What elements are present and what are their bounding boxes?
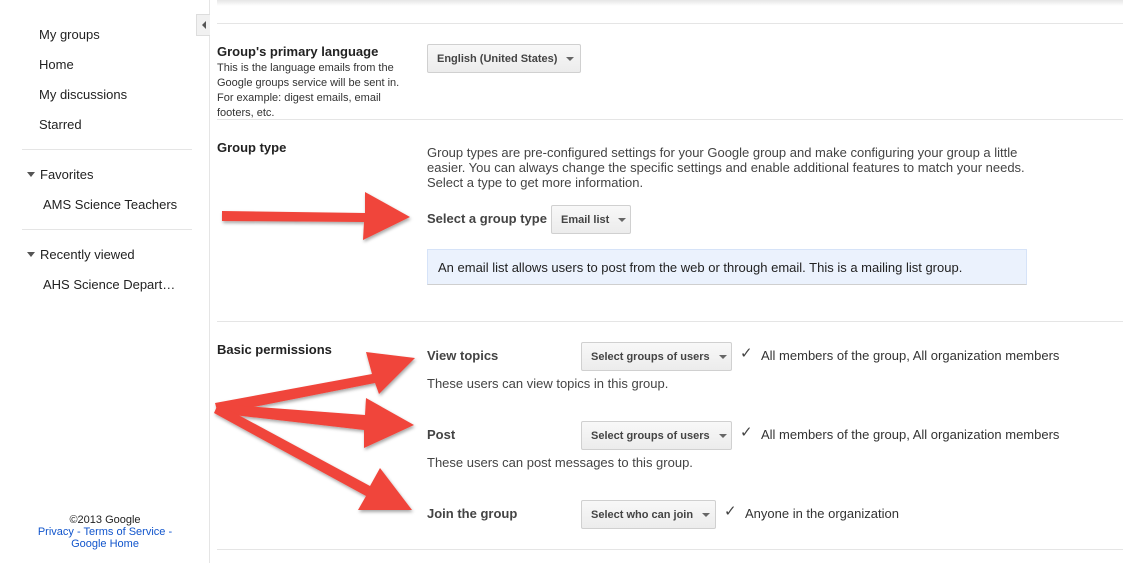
sidebar-item-my-discussions[interactable]: My discussions <box>39 87 127 102</box>
view-topics-note: These users can view topics in this grou… <box>427 376 669 391</box>
collapse-sidebar-button[interactable] <box>196 14 210 36</box>
google-home-link[interactable]: Google Home <box>71 538 139 550</box>
recent-group-link[interactable]: AHS Science Department <box>43 277 183 292</box>
view-topics-label: View topics <box>427 348 499 363</box>
sidebar-item-starred[interactable]: Starred <box>39 117 82 132</box>
arrow-to-view-topics <box>215 352 415 414</box>
join-group-label: Join the group <box>427 506 518 521</box>
group-type-dropdown-label: Email list <box>561 213 610 226</box>
triangle-left-icon <box>201 21 206 29</box>
copyright-text: ©2013 Google <box>69 514 141 526</box>
chevron-down-icon <box>566 56 575 61</box>
arrow-to-group-type <box>222 192 410 240</box>
post-label: Post <box>427 427 456 442</box>
sidebar-divider <box>22 229 192 230</box>
post-note: These users can post messages to this gr… <box>427 455 693 470</box>
arrow-to-post <box>216 398 414 448</box>
section-divider <box>217 549 1123 550</box>
chevron-down-icon <box>702 512 711 517</box>
privacy-link[interactable]: Privacy <box>38 526 74 538</box>
triangle-down-icon <box>27 172 35 177</box>
arrow-to-join-group <box>214 404 412 510</box>
sidebar: My groups Home My discussions Starred Fa… <box>0 0 210 563</box>
sidebar-item-home[interactable]: Home <box>39 57 74 72</box>
join-group-dropdown[interactable]: Select who can join <box>581 500 716 529</box>
language-dropdown-label: English (United States) <box>437 52 558 65</box>
favorites-toggle[interactable]: Favorites <box>27 167 93 182</box>
language-description: This is the language emails from the Goo… <box>217 62 400 119</box>
post-value: All members of the group, All organizati… <box>761 427 1060 442</box>
sidebar-footer: ©2013 Google Privacy - Terms of Service … <box>0 514 210 550</box>
section-divider <box>217 321 1123 322</box>
section-divider <box>217 119 1123 120</box>
view-topics-dropdown[interactable]: Select groups of users <box>581 342 732 371</box>
basic-permissions-title: Basic permissions <box>217 342 332 357</box>
group-type-dropdown[interactable]: Email list <box>551 205 631 234</box>
recently-viewed-heading: Recently viewed <box>40 247 135 262</box>
terms-link[interactable]: Terms of Service <box>83 526 165 538</box>
group-type-intro: Group types are pre-configured settings … <box>427 145 1025 190</box>
triangle-down-icon <box>27 252 35 257</box>
join-group-value: Anyone in the organization <box>745 506 899 521</box>
checkmark-icon: ✓ <box>740 424 753 441</box>
group-type-select-label: Select a group type <box>427 211 547 226</box>
post-dropdown[interactable]: Select groups of users <box>581 421 732 450</box>
view-topics-dropdown-label: Select groups of users <box>591 350 710 363</box>
language-dropdown[interactable]: English (United States) <box>427 44 581 73</box>
post-dropdown-label: Select groups of users <box>591 429 710 442</box>
footer-separator: - <box>165 526 173 538</box>
sidebar-item-my-groups[interactable]: My groups <box>39 27 100 42</box>
chevron-down-icon <box>618 217 627 222</box>
top-shadow <box>217 0 1123 6</box>
sidebar-divider <box>22 149 192 150</box>
favorite-group-link[interactable]: AMS Science Teachers <box>43 197 183 212</box>
group-type-title: Group type <box>217 140 287 155</box>
recently-viewed-toggle[interactable]: Recently viewed <box>27 247 135 262</box>
section-divider <box>217 23 1123 24</box>
language-title: Group's primary language <box>217 44 379 59</box>
chevron-down-icon <box>718 433 727 438</box>
join-group-dropdown-label: Select who can join <box>591 508 694 521</box>
favorites-heading: Favorites <box>40 167 94 182</box>
chevron-down-icon <box>718 354 727 359</box>
group-type-info-box: An email list allows users to post from … <box>427 249 1027 285</box>
checkmark-icon: ✓ <box>724 503 737 520</box>
checkmark-icon: ✓ <box>740 345 753 362</box>
group-type-info-text: An email list allows users to post from … <box>438 259 963 275</box>
view-topics-value: All members of the group, All organizati… <box>761 348 1060 363</box>
